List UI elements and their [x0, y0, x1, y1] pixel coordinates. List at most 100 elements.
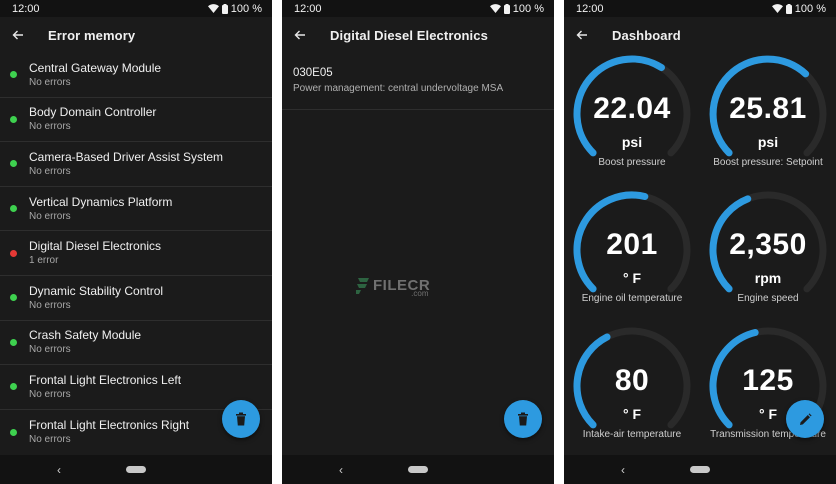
gauge-label: Boost pressure [598, 157, 666, 168]
status-dot [10, 115, 17, 123]
status-bar: 12:00 100 % [282, 0, 554, 17]
ecu-name: Body Domain Controller [29, 105, 157, 120]
back-arrow-icon[interactable] [12, 28, 26, 42]
ecu-list-item[interactable]: Digital Diesel Electronics 1 error [0, 231, 272, 276]
ecu-status: No errors [29, 76, 71, 88]
status-bar: 12:00 100 % [0, 0, 272, 17]
delete-icon [236, 412, 246, 426]
ecu-status: No errors [29, 165, 71, 177]
ecu-name: Frontal Light Electronics Left [29, 372, 182, 387]
gauge-label: Engine oil temperature [581, 293, 683, 304]
app-bar: Dashboard [564, 17, 836, 53]
page-title: Error memory [48, 27, 136, 43]
fault-item[interactable]: 030E05 Power management: central undervo… [282, 53, 554, 110]
wifi-icon [489, 4, 501, 13]
nav-back-icon[interactable]: ‹ [57, 464, 61, 476]
edit-button[interactable] [786, 400, 824, 438]
battery-level: 100 % [230, 2, 262, 15]
ecu-status: No errors [29, 388, 71, 400]
ecu-name: Camera-Based Driver Assist System [29, 149, 224, 164]
status-dot [10, 428, 17, 436]
watermark-domain: .com [411, 289, 429, 298]
back-arrow-icon[interactable] [294, 28, 308, 42]
delete-button[interactable] [222, 400, 260, 438]
status-bar: 12:00 100 % [564, 0, 836, 17]
gauge-label: Intake-air temperature [582, 429, 682, 440]
gauge[interactable]: 25.81 psi Boost pressure: Setpoint [706, 54, 830, 180]
fault-code: 030E05 [293, 67, 333, 79]
gauge-unit: ° F [622, 270, 642, 286]
gauge-unit: rpm [754, 270, 782, 286]
status-time: 12:00 [12, 2, 40, 15]
ecu-name: Frontal Light Electronics Right [29, 418, 190, 433]
delete-icon [518, 412, 528, 426]
status-dot [10, 160, 17, 168]
gauge-value: 201 [606, 228, 658, 261]
gauge-value: 25.81 [729, 92, 807, 125]
back-arrow-icon[interactable] [576, 28, 590, 42]
error-memory-screen: 12:00 100 % Error memory Central Gateway… [0, 0, 272, 484]
ecu-status: 1 error [29, 255, 59, 267]
ecu-status: No errors [29, 434, 71, 446]
nav-home-pill[interactable] [126, 466, 146, 473]
nav-home-pill[interactable] [690, 466, 710, 473]
watermark-logo-icon [356, 277, 369, 294]
nav-back-icon[interactable]: ‹ [621, 464, 625, 476]
nav-home-pill[interactable] [408, 466, 428, 473]
gauge-value: 80 [614, 364, 650, 397]
gauge-unit: psi [757, 134, 779, 150]
gauge-value: 2,350 [729, 228, 807, 261]
ecu-status: No errors [29, 344, 71, 356]
delete-button[interactable] [504, 400, 542, 438]
app-bar: Error memory [0, 17, 272, 53]
battery-level: 100 % [794, 2, 826, 15]
edit-icon [799, 412, 812, 425]
ecu-list-item[interactable]: Vertical Dynamics Platform No errors [0, 187, 272, 232]
status-icons: 100 % [489, 2, 544, 15]
gauge[interactable]: 22.04 psi Boost pressure [570, 54, 694, 180]
ecu-list-item[interactable]: Body Domain Controller No errors [0, 98, 272, 143]
status-dot [10, 249, 17, 257]
ecu-status: No errors [29, 299, 71, 311]
ecu-name: Dynamic Stability Control [29, 283, 164, 298]
ecu-name: Central Gateway Module [29, 60, 162, 75]
ecu-list: Central Gateway Module No errors Body Dom… [0, 53, 272, 454]
page-title: Dashboard [612, 27, 681, 43]
ecu-list-item[interactable]: Dynamic Stability Control No errors [0, 276, 272, 321]
ecu-list-item[interactable]: Camera-Based Driver Assist System No erro… [0, 142, 272, 187]
system-nav-bar: ‹ [564, 455, 836, 484]
gauge[interactable]: 2,350 rpm Engine speed [706, 190, 830, 316]
fault-description: Power management: central undervoltage M… [293, 83, 504, 94]
ecu-detail-screen: 12:00 100 % Digital Diesel Electronics 0… [282, 0, 554, 484]
battery-level: 100 % [512, 2, 544, 15]
status-dot [10, 294, 17, 302]
ecu-name: Digital Diesel Electronics [29, 239, 162, 254]
dashboard-screen: 12:00 100 % Dashboard 22.04 psi Boost pr… [564, 0, 836, 484]
wifi-icon [771, 4, 783, 13]
status-dot [10, 71, 17, 79]
battery-icon [221, 3, 228, 14]
status-dot [10, 205, 17, 213]
nav-back-icon[interactable]: ‹ [339, 464, 343, 476]
gauge[interactable]: 201 ° F Engine oil temperature [570, 190, 694, 316]
status-time: 12:00 [294, 2, 322, 15]
system-nav-bar: ‹ [282, 455, 554, 484]
ecu-list-item[interactable]: Central Gateway Module No errors [0, 53, 272, 98]
gauge-unit: ° F [622, 406, 642, 422]
ecu-name: Crash Safety Module [29, 328, 142, 343]
battery-icon [503, 3, 510, 14]
status-dot [10, 383, 17, 391]
ecu-status: No errors [29, 121, 71, 133]
gauge[interactable]: 80 ° F Intake-air temperature [570, 326, 694, 452]
gauge-label: Engine speed [737, 293, 799, 304]
watermark: FILECR .com [356, 273, 430, 298]
ecu-list-item[interactable]: Crash Safety Module No errors [0, 321, 272, 366]
status-time: 12:00 [576, 2, 604, 15]
system-nav-bar: ‹ [0, 455, 272, 484]
app-bar: Digital Diesel Electronics [282, 17, 554, 53]
gauge-unit: psi [621, 134, 643, 150]
gauge-value: 22.04 [593, 92, 671, 125]
ecu-status: No errors [29, 210, 71, 222]
battery-icon [785, 3, 792, 14]
status-icons: 100 % [771, 2, 826, 15]
